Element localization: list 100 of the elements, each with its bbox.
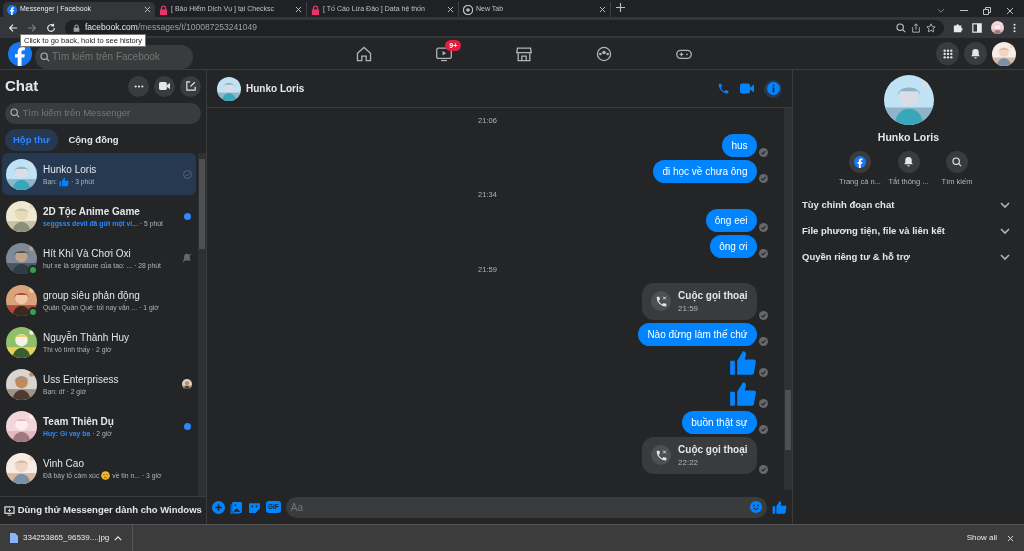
restore-icon[interactable] xyxy=(983,6,991,15)
video-camera-icon xyxy=(159,82,170,91)
message-bubble: ông ơi xyxy=(710,234,757,258)
emoji-icon[interactable] xyxy=(750,501,762,513)
share-icon[interactable] xyxy=(911,22,921,33)
missed-call-icon xyxy=(654,448,668,462)
conversation-name: 2D Tộc Anime Game xyxy=(43,204,141,219)
scrollbar-thumb[interactable] xyxy=(785,390,791,450)
tab-close-icon xyxy=(295,6,302,13)
conversation-name: group siêu phản động xyxy=(43,288,141,303)
video-camera-icon[interactable] xyxy=(740,83,754,94)
grid-icon xyxy=(942,48,953,59)
tab-close-icon xyxy=(144,6,151,13)
message-input-field[interactable]: Aa xyxy=(285,496,767,518)
bell-icon xyxy=(903,156,914,168)
chevron-up-icon[interactable] xyxy=(114,535,123,541)
home-icon[interactable] xyxy=(355,45,374,62)
desktop-icon xyxy=(4,505,16,516)
reload-icon[interactable] xyxy=(46,22,56,33)
more-options-button[interactable] xyxy=(128,75,149,97)
side-panel-icon[interactable] xyxy=(972,22,982,33)
tab-close-icon xyxy=(599,6,606,13)
call-title: Cuộc gọi thoại xyxy=(678,442,748,457)
scrollbar-thumb[interactable] xyxy=(199,159,205,250)
image-icon[interactable] xyxy=(230,500,243,514)
address-bar[interactable]: facebook.com/messages/t/100087253241049 xyxy=(65,19,944,36)
missed-call-icon xyxy=(654,294,668,308)
menu-button[interactable] xyxy=(936,42,959,65)
message-bubble: đi học về chưa ông xyxy=(653,160,757,184)
lock-icon xyxy=(159,4,168,15)
lock-icon xyxy=(73,23,80,32)
message-bubble: ông eei xyxy=(705,208,757,232)
filter-tab[interactable]: Cộng đồng xyxy=(60,128,127,151)
minimize-icon[interactable] xyxy=(960,9,968,12)
dropdown-icon[interactable] xyxy=(937,7,945,14)
plus-icon[interactable] xyxy=(212,500,225,514)
chevron-down-icon xyxy=(1000,227,1010,235)
chevron-down-icon xyxy=(1000,253,1010,261)
message-bubble: Nào đừng làm thế chứ xyxy=(638,322,757,346)
conversation-name: Nguyễn Thành Huy xyxy=(43,330,130,345)
collapsible-section[interactable]: File phương tiện, file và liên kết xyxy=(793,218,1024,244)
collapsible-section[interactable]: Tùy chỉnh đoạn chat xyxy=(793,192,1024,218)
sent-check-icon xyxy=(759,398,768,408)
back-arrow-icon[interactable] xyxy=(8,22,18,33)
conversation-name: Team Thiên Dụ xyxy=(43,414,115,429)
bell-icon xyxy=(970,48,981,59)
search-icon xyxy=(39,51,50,62)
download-item[interactable]: 334253865_96539....jpg xyxy=(10,532,110,544)
groups-icon[interactable] xyxy=(595,45,614,62)
message-bubble: hus xyxy=(722,134,757,158)
conversation-name: Hít Khí Và Chơi Oxi xyxy=(43,246,132,261)
more-options-icon[interactable] xyxy=(1013,22,1016,33)
sticker-icon[interactable] xyxy=(248,500,261,514)
conversation-name: Hunko Loris xyxy=(43,162,98,177)
close-icon[interactable] xyxy=(1006,6,1014,15)
call-title: Cuộc gọi thoại xyxy=(678,288,748,303)
star-icon[interactable] xyxy=(926,22,936,33)
search-icon xyxy=(10,108,20,118)
zoom-icon xyxy=(896,22,906,33)
thumbs-up-icon xyxy=(59,176,69,187)
lock-icon xyxy=(311,4,320,15)
sent-check-icon xyxy=(759,424,768,434)
new-tab-plus-icon[interactable] xyxy=(616,3,625,13)
globe-icon xyxy=(463,4,473,15)
info-button[interactable] xyxy=(764,79,782,98)
profile-name: Hunko Loris xyxy=(877,130,940,145)
like-button-icon xyxy=(772,499,787,515)
contact-name[interactable]: Hunko Loris xyxy=(246,81,305,96)
crying-face-icon xyxy=(101,471,111,481)
message-input-field[interactable]: Aa xyxy=(290,499,750,515)
compose-icon xyxy=(185,81,196,92)
sent-check-icon xyxy=(759,310,768,320)
store-icon[interactable] xyxy=(515,45,534,62)
download-app-link[interactable]: Dùng thử Messenger dành cho Windows xyxy=(4,503,202,518)
sent-check-icon xyxy=(759,148,768,158)
notifications-button[interactable] xyxy=(964,42,987,65)
new-message-button[interactable] xyxy=(180,75,201,97)
sent-check-icon xyxy=(759,174,768,184)
forward-arrow-icon[interactable] xyxy=(27,22,37,33)
chevron-down-icon xyxy=(1000,201,1010,209)
info-icon xyxy=(766,82,780,95)
conversation-name: Uss Enterprisess xyxy=(43,372,120,387)
tab-close-icon xyxy=(447,6,454,13)
search-icon xyxy=(952,156,962,167)
puzzle-icon[interactable] xyxy=(953,22,963,33)
message-bubble: buồn thật sự xyxy=(682,410,757,434)
thumbs-up-icon xyxy=(728,379,757,408)
call-time: 22:22 xyxy=(678,456,700,469)
more-icon xyxy=(133,84,144,88)
sent-check-icon xyxy=(759,248,768,258)
file-icon xyxy=(10,533,18,543)
sent-check-icon xyxy=(759,222,768,232)
show-all-link[interactable]: Show all xyxy=(966,532,997,544)
sent-check-icon xyxy=(759,464,768,474)
phone-icon xyxy=(717,82,730,95)
collapsible-section[interactable]: Quyền riêng tư & hỗ trợ xyxy=(793,244,1024,270)
facebook-logo-icon xyxy=(7,4,17,15)
sidebar-title: Chat xyxy=(5,76,39,96)
sent-check-icon xyxy=(759,336,768,346)
new-room-button[interactable] xyxy=(154,75,175,97)
